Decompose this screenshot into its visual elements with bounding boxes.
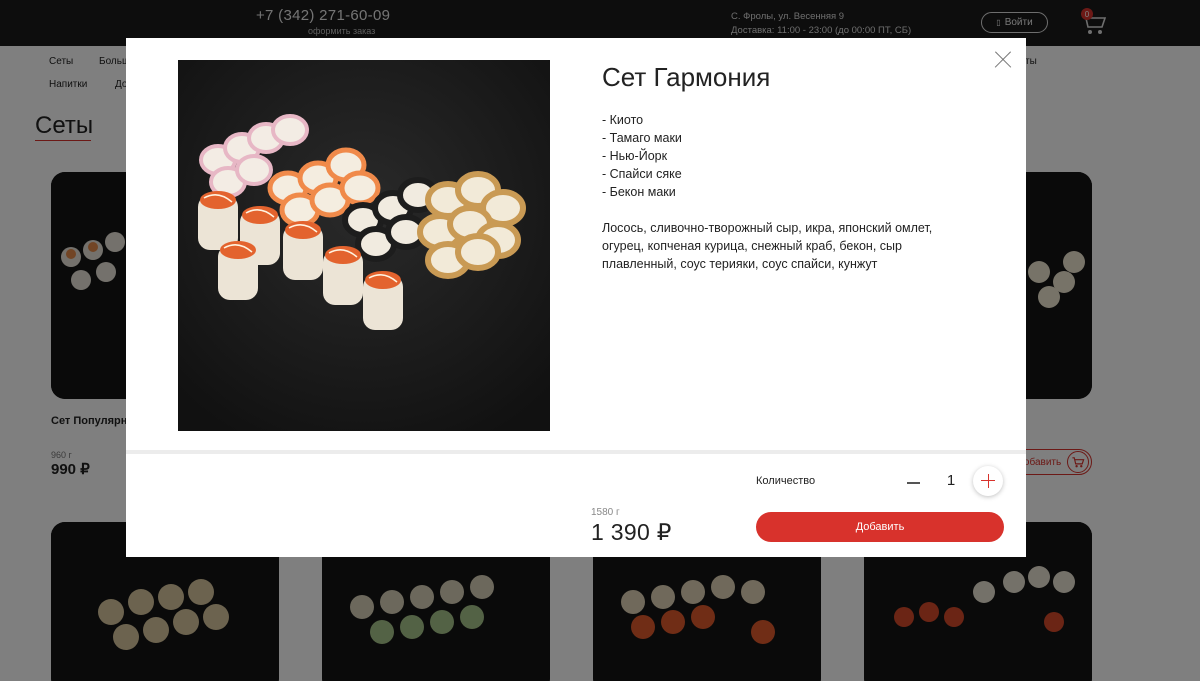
- sushi-set-photo: [178, 60, 550, 431]
- composition-item: - Нью-Йорк: [602, 149, 668, 163]
- quantity-decrease-button[interactable]: [898, 468, 928, 498]
- product-modal: Сет Гармония - Киото - Тамаго маки - Нью…: [126, 38, 1026, 557]
- product-photo: [178, 60, 550, 431]
- quantity-value: 1: [946, 472, 956, 489]
- close-icon[interactable]: [995, 52, 1011, 68]
- product-weight: 1580 г: [591, 507, 620, 518]
- modal-divider: [126, 450, 1026, 454]
- quantity-label: Количество: [756, 475, 816, 487]
- composition-list: - Киото - Тамаго маки - Нью-Йорк - Спайс…: [602, 111, 682, 201]
- composition-item: - Бекон маки: [602, 185, 676, 199]
- composition-item: - Тамаго маки: [602, 131, 682, 145]
- quantity-increase-button[interactable]: [973, 466, 1003, 496]
- composition-item: - Спайси сяке: [602, 167, 682, 181]
- add-to-cart-button[interactable]: Добавить: [756, 512, 1004, 542]
- product-price: 1 390 ₽: [591, 519, 672, 545]
- ingredients-text: Лосось, сливочно-творожный сыр, икра, яп…: [602, 221, 933, 271]
- product-title: Сет Гармония: [602, 62, 771, 92]
- composition-item: - Киото: [602, 113, 644, 127]
